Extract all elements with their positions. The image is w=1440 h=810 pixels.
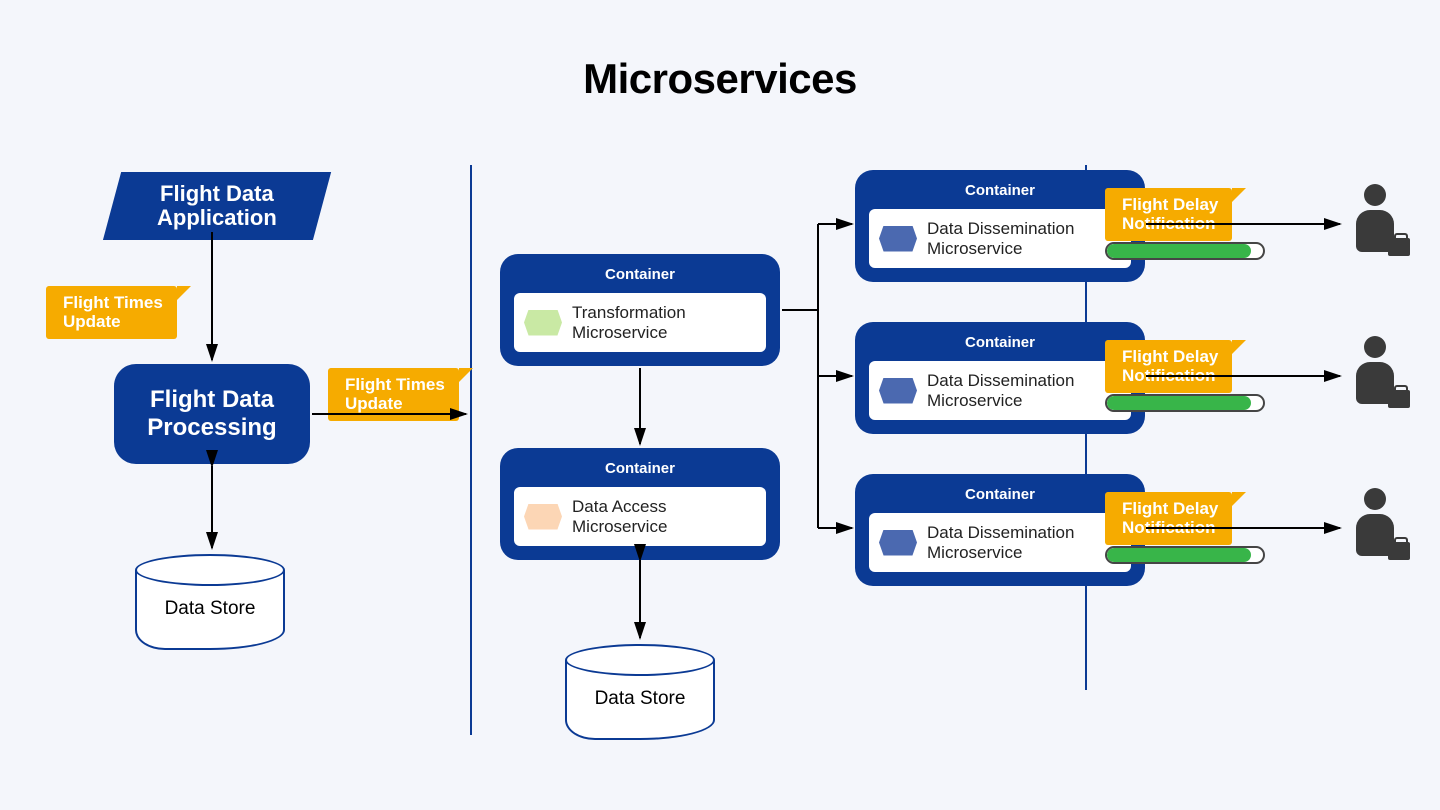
person-body bbox=[1356, 210, 1394, 252]
person-body bbox=[1356, 514, 1394, 556]
briefcase-icon bbox=[1388, 390, 1410, 408]
microservice-dissemination: Data DisseminationMicroservice bbox=[869, 209, 1131, 268]
person-icon-2 bbox=[1345, 336, 1405, 416]
person-body bbox=[1356, 362, 1394, 404]
tag-label: Flight TimesUpdate bbox=[63, 293, 163, 331]
person-head bbox=[1364, 336, 1386, 358]
microservice-dissemination: Data DisseminationMicroservice bbox=[869, 361, 1131, 420]
progress-bar-3 bbox=[1105, 546, 1265, 564]
container-label: Container bbox=[869, 334, 1131, 351]
container-label: Container bbox=[869, 486, 1131, 503]
data-store-left: Data Store bbox=[135, 570, 285, 650]
microservice-transformation: TransformationMicroservice bbox=[514, 293, 766, 352]
page-title: Microservices bbox=[0, 55, 1440, 103]
flight-data-processing: Flight DataProcessing bbox=[114, 364, 310, 464]
tag-label: Flight DelayNotification bbox=[1122, 195, 1218, 233]
tag-delay-notification-1: Flight DelayNotification bbox=[1105, 188, 1232, 241]
microservice-label: Data DisseminationMicroservice bbox=[927, 523, 1074, 562]
tag-flight-times-update-left: Flight TimesUpdate bbox=[46, 286, 177, 339]
microservice-label: Data DisseminationMicroservice bbox=[927, 219, 1074, 258]
flight-data-processing-label: Flight DataProcessing bbox=[147, 386, 276, 441]
hexagon-icon bbox=[879, 226, 917, 252]
container-label: Container bbox=[514, 266, 766, 283]
hexagon-icon bbox=[879, 530, 917, 556]
microservice-label: TransformationMicroservice bbox=[572, 303, 686, 342]
cylinder-shape: Data Store bbox=[565, 660, 715, 740]
progress-fill bbox=[1107, 244, 1251, 258]
progress-bar-1 bbox=[1105, 242, 1265, 260]
flight-data-application-label: Flight DataApplication bbox=[157, 182, 277, 230]
container-dissemination-2: Container Data DisseminationMicroservice bbox=[855, 322, 1145, 434]
microservice-label: Data DisseminationMicroservice bbox=[927, 371, 1074, 410]
data-store-mid: Data Store bbox=[565, 660, 715, 740]
hexagon-icon bbox=[524, 504, 562, 530]
data-store-left-label: Data Store bbox=[137, 598, 283, 620]
container-label: Container bbox=[514, 460, 766, 477]
container-label: Container bbox=[869, 182, 1131, 199]
tag-delay-notification-3: Flight DelayNotification bbox=[1105, 492, 1232, 545]
microservice-label: Data AccessMicroservice bbox=[572, 497, 667, 536]
hexagon-icon bbox=[524, 310, 562, 336]
person-icon-3 bbox=[1345, 488, 1405, 568]
tag-flight-times-update-mid: Flight TimesUpdate bbox=[328, 368, 459, 421]
progress-fill bbox=[1107, 396, 1251, 410]
tag-label: Flight DelayNotification bbox=[1122, 347, 1218, 385]
cylinder-shape: Data Store bbox=[135, 570, 285, 650]
cylinder-top bbox=[135, 554, 285, 586]
tag-label: Flight DelayNotification bbox=[1122, 499, 1218, 537]
separator-1 bbox=[470, 165, 472, 735]
briefcase-icon bbox=[1388, 238, 1410, 256]
tag-delay-notification-2: Flight DelayNotification bbox=[1105, 340, 1232, 393]
progress-bar-2 bbox=[1105, 394, 1265, 412]
briefcase-icon bbox=[1388, 542, 1410, 560]
person-icon-1 bbox=[1345, 184, 1405, 264]
container-dissemination-3: Container Data DisseminationMicroservice bbox=[855, 474, 1145, 586]
microservice-data-access: Data AccessMicroservice bbox=[514, 487, 766, 546]
container-data-access: Container Data AccessMicroservice bbox=[500, 448, 780, 560]
hexagon-icon bbox=[879, 378, 917, 404]
person-head bbox=[1364, 184, 1386, 206]
microservice-dissemination: Data DisseminationMicroservice bbox=[869, 513, 1131, 572]
tag-label: Flight TimesUpdate bbox=[345, 375, 445, 413]
progress-fill bbox=[1107, 548, 1251, 562]
person-head bbox=[1364, 488, 1386, 510]
container-dissemination-1: Container Data DisseminationMicroservice bbox=[855, 170, 1145, 282]
data-store-mid-label: Data Store bbox=[567, 688, 713, 710]
container-transformation: Container TransformationMicroservice bbox=[500, 254, 780, 366]
flight-data-application: Flight DataApplication bbox=[103, 172, 331, 240]
cylinder-top bbox=[565, 644, 715, 676]
